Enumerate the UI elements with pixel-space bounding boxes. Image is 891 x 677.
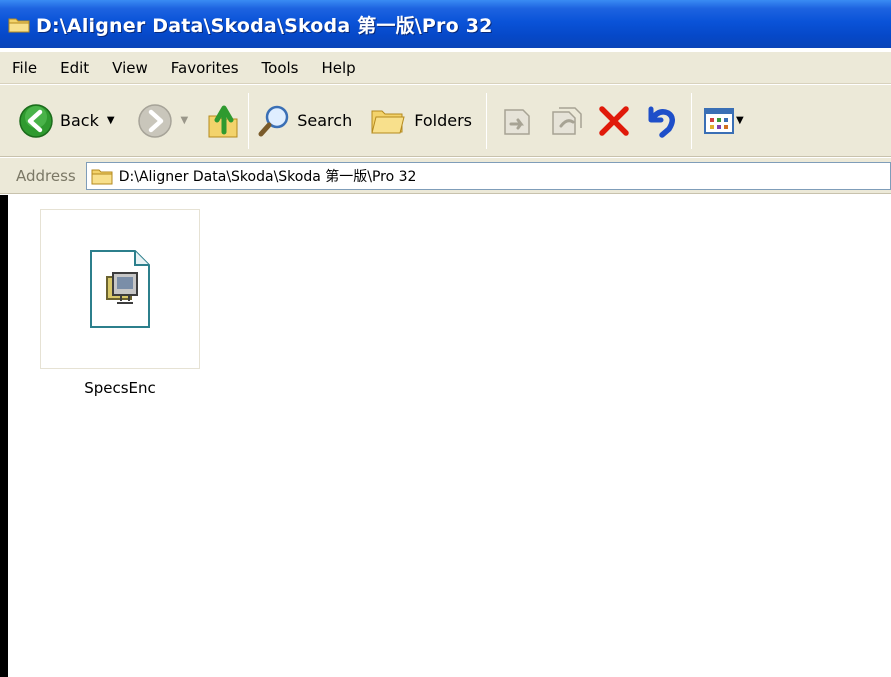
folder-icon <box>91 169 113 184</box>
file-thumbnail[interactable] <box>40 209 200 369</box>
forward-button[interactable]: ▼ <box>137 96 189 146</box>
copy-to-icon <box>552 106 582 135</box>
menu-view[interactable]: View <box>112 59 148 77</box>
folders-label: Folders <box>414 111 472 130</box>
chevron-down-icon[interactable]: ▼ <box>181 115 189 126</box>
menu-bar: File Edit View Favorites Tools Help <box>0 52 891 84</box>
search-label: Search <box>297 111 353 130</box>
document-icon <box>90 250 150 328</box>
up-folder-button[interactable] <box>206 96 240 146</box>
menu-favorites[interactable]: Favorites <box>171 59 239 77</box>
menu-file[interactable]: File <box>12 59 37 77</box>
chevron-down-icon[interactable]: ▼ <box>736 115 744 126</box>
chevron-down-icon[interactable]: ▼ <box>107 115 115 126</box>
folder-icon <box>8 18 30 33</box>
views-button[interactable]: ▼ <box>704 96 744 146</box>
file-view[interactable]: SpecsEnc <box>0 195 891 677</box>
toolbar-separator <box>486 92 487 149</box>
back-button[interactable]: Back ▼ <box>18 96 115 146</box>
toolbar-separator <box>248 92 250 149</box>
address-bar: Address D:\Aligner Data\Skoda\Skoda 第一版\… <box>0 158 891 194</box>
search-icon <box>258 105 289 136</box>
delete-icon <box>599 105 629 136</box>
back-arrow-icon <box>19 103 53 138</box>
toolbar: Back ▼ ▼ Search Folders ▼ <box>0 85 891 157</box>
address-value: D:\Aligner Data\Skoda\Skoda 第一版\Pro 32 <box>118 168 417 185</box>
menu-edit[interactable]: Edit <box>60 59 89 77</box>
window-title: D:\Aligner Data\Skoda\Skoda 第一版\Pro 32 <box>36 14 493 37</box>
file-item[interactable]: SpecsEnc <box>40 209 200 397</box>
title-bar[interactable]: D:\Aligner Data\Skoda\Skoda 第一版\Pro 32 <box>0 0 891 48</box>
file-name: SpecsEnc <box>84 379 156 397</box>
address-input[interactable]: D:\Aligner Data\Skoda\Skoda 第一版\Pro 32 <box>85 161 891 190</box>
search-button[interactable]: Search <box>257 96 352 146</box>
back-label: Back <box>60 111 99 130</box>
folders-icon <box>371 110 405 133</box>
move-to-icon <box>504 108 530 135</box>
move-to-button[interactable] <box>501 96 535 146</box>
copy-to-button[interactable] <box>549 96 583 146</box>
folders-button[interactable]: Folders <box>370 96 472 146</box>
delete-button[interactable] <box>597 96 631 146</box>
address-label: Address <box>16 166 76 185</box>
undo-button[interactable] <box>645 96 679 146</box>
up-folder-icon <box>208 105 238 137</box>
menu-tools[interactable]: Tools <box>262 59 299 77</box>
forward-arrow-icon <box>137 103 172 138</box>
views-icon <box>704 107 734 134</box>
toolbar-separator <box>691 92 692 149</box>
undo-icon <box>648 106 675 138</box>
menu-help[interactable]: Help <box>322 59 356 77</box>
